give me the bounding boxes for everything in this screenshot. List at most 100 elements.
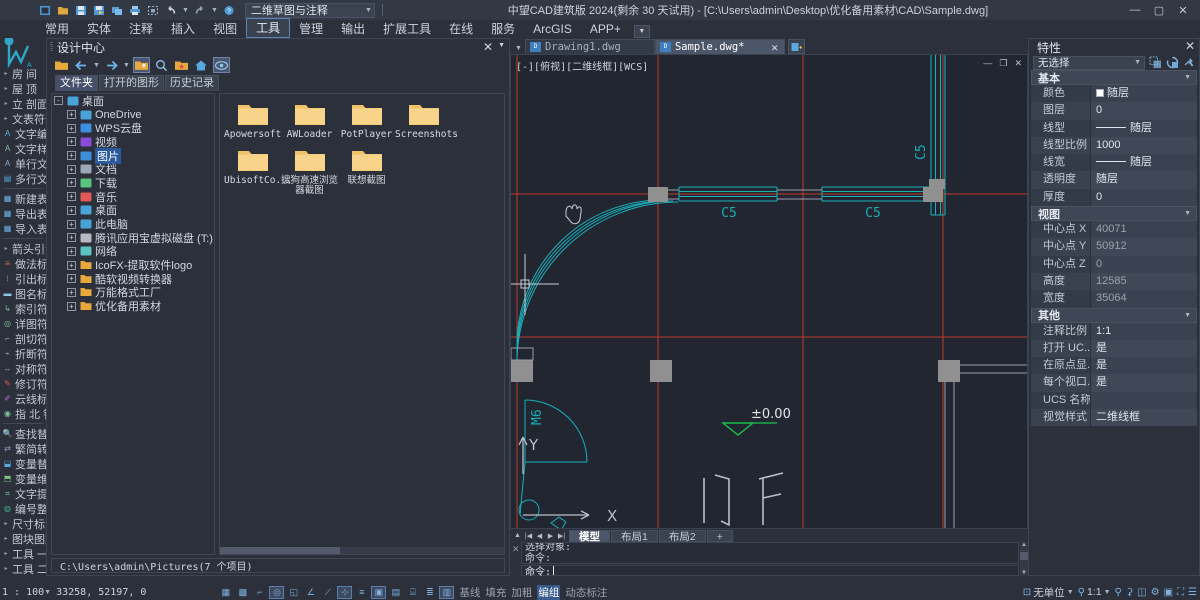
expand-icon[interactable]: +: [67, 274, 76, 284]
undo-icon[interactable]: [164, 4, 178, 17]
property-row[interactable]: UCS 名称: [1031, 391, 1197, 410]
property-row[interactable]: 厚度 0: [1031, 188, 1197, 207]
next-layout-icon[interactable]: ▶: [545, 532, 556, 540]
ribbon-tab-1[interactable]: 实体: [78, 20, 120, 38]
sidebar-item-30[interactable]: ⌗ 文字提取: [0, 486, 46, 501]
tree-item-10[interactable]: + 腾讯应用宝虚拟磁盘 (T:): [52, 231, 214, 245]
expand-icon[interactable]: +: [67, 137, 76, 147]
expand-icon[interactable]: +: [67, 110, 76, 120]
sidebar-item-24[interactable]: ◉ 指 北 针: [0, 406, 46, 421]
file-item-0[interactable]: Apowersoft: [224, 102, 281, 140]
sidebar-item-15[interactable]: ⁝ 引出标注: [0, 271, 46, 286]
quick-properties-icon[interactable]: ▤: [388, 586, 403, 599]
sidebar-item-22[interactable]: ✎ 修订符号: [0, 376, 46, 391]
toggle-value-icon[interactable]: [1182, 56, 1196, 70]
command-input[interactable]: 命令:: [521, 565, 1019, 578]
horizontal-scrollbar[interactable]: [220, 547, 504, 554]
property-row[interactable]: 高度 12585: [1031, 272, 1197, 291]
layout-tab-2[interactable]: 布局2: [658, 529, 706, 543]
property-row[interactable]: 颜色 随层: [1031, 85, 1197, 103]
property-value[interactable]: 12585: [1091, 272, 1197, 291]
property-row[interactable]: 视觉样式 二维线框: [1031, 409, 1197, 427]
property-row[interactable]: 透明度 随层: [1031, 171, 1197, 189]
lineweight-icon[interactable]: ≡: [354, 586, 369, 599]
workspace-switch-icon[interactable]: ▥: [439, 585, 455, 599]
tree-item-8[interactable]: + 桌面: [52, 204, 214, 217]
dynamic-input-icon[interactable]: ⊹: [337, 585, 353, 599]
tree-item-6[interactable]: + 下载: [52, 176, 214, 190]
last-layout-icon[interactable]: ▶|: [556, 532, 567, 540]
expand-icon[interactable]: +: [67, 164, 76, 174]
polar-tracking-icon[interactable]: ◎: [269, 585, 285, 599]
document-tab-1[interactable]: D Sample.dwg* ✕: [654, 39, 785, 54]
back-arrow-icon[interactable]: [73, 57, 90, 73]
property-row[interactable]: 每个视口... 是: [1031, 374, 1197, 392]
grid-icon[interactable]: ▦: [218, 586, 233, 599]
annotation-visibility-status-item[interactable]: ⚲: [1115, 587, 1122, 598]
close-icon[interactable]: ✕: [771, 41, 778, 54]
sidebar-item-31[interactable]: ◍ 编号整理: [0, 501, 46, 516]
property-value[interactable]: 1:1: [1091, 322, 1197, 340]
ribbon-tab-9[interactable]: 在线: [440, 20, 482, 38]
quick-select-icon[interactable]: [1148, 56, 1162, 70]
sidebar-item-0[interactable]: ▸ 房 间: [0, 66, 46, 81]
gear-status-item[interactable]: ⚙: [1151, 587, 1160, 598]
property-value[interactable]: 50912: [1091, 238, 1197, 256]
transparency-icon[interactable]: ▣: [371, 585, 387, 599]
viewport-minimize-button[interactable]: —: [983, 58, 992, 69]
property-value[interactable]: 二维线框: [1091, 409, 1197, 427]
expand-icon[interactable]: +: [67, 233, 76, 243]
redo-dropdown-icon[interactable]: ▼: [211, 7, 218, 14]
new-icon[interactable]: [38, 4, 52, 17]
scale-dropdown-icon[interactable]: ▼: [44, 589, 51, 596]
ribbon-tab-11[interactable]: ArcGIS: [524, 20, 581, 38]
property-row[interactable]: 图层 0: [1031, 102, 1197, 120]
sidebar-item-29[interactable]: ⬒变量维护: [0, 471, 46, 486]
viewport-restore-button[interactable]: ❐: [999, 58, 1007, 69]
tree-item-4[interactable]: + 图片: [52, 147, 214, 164]
status-toggle-text[interactable]: 基线: [459, 585, 480, 600]
preview-icon[interactable]: [212, 57, 230, 73]
sidebar-item-3[interactable]: ▸ 文表符号: [0, 111, 46, 126]
property-value[interactable]: 1000: [1091, 136, 1197, 155]
property-value[interactable]: 0: [1091, 102, 1197, 120]
tab-scroll-icon[interactable]: ▼: [512, 45, 525, 54]
select-all-icon[interactable]: [1165, 56, 1179, 70]
property-value[interactable]: 是: [1091, 357, 1197, 375]
dynamic-ucs-icon[interactable]: ⟋: [320, 586, 335, 599]
sidebar-item-9[interactable]: ▦新建表格: [0, 191, 46, 206]
property-row[interactable]: 中心点 Y 50912: [1031, 238, 1197, 256]
hardware-accel-status-item[interactable]: ▣: [1164, 587, 1173, 598]
property-row[interactable]: 线宽 随层: [1031, 154, 1197, 172]
property-row[interactable]: 在原点显... 是: [1031, 357, 1197, 375]
property-group-1[interactable]: 视图 ▼: [1031, 206, 1197, 222]
sidebar-item-19[interactable]: ⌐ 剖切符号: [0, 331, 46, 346]
sidebar-item-4[interactable]: A 文字编辑: [0, 126, 46, 141]
ribbon-tab-4[interactable]: 视图: [204, 20, 246, 38]
panel-gripper[interactable]: [50, 42, 53, 52]
ribbon-minimize-icon[interactable]: ▼: [633, 25, 650, 38]
isolate-objects-status-item[interactable]: ◫: [1137, 587, 1146, 598]
ribbon-tab-10[interactable]: 服务: [482, 20, 524, 38]
prev-layout-icon[interactable]: ◀: [534, 532, 545, 540]
expand-icon[interactable]: +: [67, 301, 76, 311]
property-value[interactable]: 随层: [1091, 119, 1197, 137]
tree-item-7[interactable]: + 音乐: [52, 190, 214, 204]
layout-tab-0[interactable]: 模型: [569, 529, 610, 543]
layout-collapse-icon[interactable]: ▲: [512, 532, 523, 539]
search-icon[interactable]: [153, 57, 170, 73]
property-value[interactable]: 是: [1091, 339, 1197, 358]
selection-cycling-icon[interactable]: ⌸: [405, 586, 420, 599]
status-toggle-text[interactable]: 动态标注: [565, 585, 607, 600]
workspace-selector[interactable]: 二维草图与注释 ▼: [244, 2, 375, 18]
document-tab-0[interactable]: D Drawing1.dwg: [524, 39, 655, 54]
sidebar-item-5[interactable]: A 文字样式: [0, 141, 46, 156]
forward-arrow-icon[interactable]: [103, 57, 120, 73]
close-button[interactable]: ✕: [1176, 4, 1190, 17]
cad-canvas[interactable]: [-][俯视][二维线框][WCS] — ❐ ✕ C5 C5 C5 M6 ±0.…: [510, 54, 1028, 529]
sidebar-item-21[interactable]: ↔对称符号: [0, 361, 47, 376]
sidebar-item-14[interactable]: ≡ 做法标注: [0, 256, 46, 271]
new-layout-button[interactable]: +: [706, 529, 733, 543]
tree-item-2[interactable]: + WPS云盘: [52, 121, 214, 135]
property-row[interactable]: 线型比例 1000: [1031, 136, 1197, 155]
